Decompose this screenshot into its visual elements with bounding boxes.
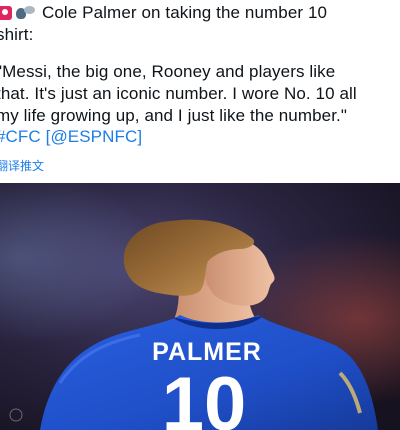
tweet-text-line-1: Cole Palmer on taking the number 10 <box>0 2 327 24</box>
red-flag-emoji-icon <box>0 6 12 20</box>
hashtag-link-cfc[interactable]: #CFC <box>0 127 41 146</box>
shirt-number: 10 <box>162 362 247 430</box>
tweet-text: Cole Palmer on taking the number 10 <box>42 3 328 22</box>
tweet-text-line-4: that. It's just an iconic number. I wore… <box>0 84 357 103</box>
speaking-head-emoji-icon <box>16 6 36 20</box>
translate-tweet-link[interactable]: 翻译推文 <box>0 158 44 174</box>
tweet-links-line: #CFC [@ESPNFC] <box>0 126 142 148</box>
source-link-espnfc[interactable]: [@ESPNFC] <box>46 127 143 146</box>
tweet-text-line-2: shirt: <box>0 25 34 44</box>
tweet-card: Cole Palmer on taking the number 10 shir… <box>0 0 400 430</box>
tweet-photo[interactable]: PALMER 10 <box>0 183 400 430</box>
tweet-text-line-3: "Messi, the big one, Rooney and players … <box>0 62 336 81</box>
tweet-text-line-5: my life growing up, and I just like the … <box>0 106 348 125</box>
